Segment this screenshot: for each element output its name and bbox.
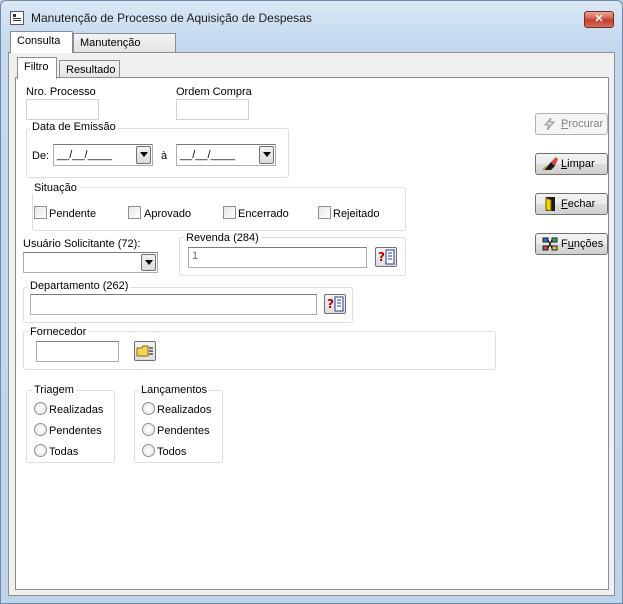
tab-content: Filtro Resultado Nro. Processo Ordem Com… — [8, 52, 615, 596]
nro-processo-label: Nro. Processo — [26, 86, 96, 98]
date-to-combo[interactable]: __/__/____ — [176, 144, 276, 166]
radio-triagem-pendentes[interactable] — [34, 423, 47, 436]
fornecedor-title: Fornecedor — [28, 326, 89, 338]
radio-triagem-realizadas-label: Realizadas — [49, 404, 104, 416]
limpar-label: impar — [567, 158, 595, 170]
revenda-input[interactable]: 1 — [188, 247, 367, 268]
subtab-filtro[interactable]: Filtro — [17, 57, 57, 79]
departamento-title: Departamento (262) — [28, 280, 131, 292]
checkbox-pendente-label: Pendente — [49, 208, 97, 220]
limpar-button[interactable]: Limpar — [535, 153, 608, 175]
checkbox-encerrado[interactable] — [223, 206, 236, 219]
lancamentos-title: Lançamentos — [139, 384, 210, 396]
checkbox-rejeitado[interactable] — [318, 206, 331, 219]
departamento-input[interactable] — [30, 294, 317, 315]
door-exit-icon — [545, 197, 555, 211]
checkbox-rejeitado-label: Rejeitado — [333, 208, 380, 220]
ordem-compra-label: Ordem Compra — [176, 86, 252, 98]
departamento-lookup-button[interactable]: ? — [324, 294, 346, 314]
title-bar: Manutenção de Processo de Aquisição de D… — [1, 1, 622, 31]
a-label: à — [161, 150, 168, 162]
lightning-icon — [543, 117, 556, 131]
fornecedor-lookup-button[interactable] — [134, 341, 156, 361]
functions-icon — [542, 237, 558, 251]
svg-text:?: ? — [378, 250, 385, 264]
date-from-value: __/__/____ — [57, 149, 113, 161]
filter-panel: Nro. Processo Ordem Compra Data de Emiss… — [15, 77, 609, 590]
fornecedor-input[interactable] — [36, 341, 119, 362]
nro-processo-input[interactable] — [26, 99, 99, 120]
radio-triagem-pendentes-label: Pendentes — [49, 425, 102, 437]
svg-text:?: ? — [327, 297, 334, 311]
eraser-icon — [542, 157, 558, 171]
close-button[interactable]: ✕ — [584, 11, 614, 28]
radio-lancamentos-realizados[interactable] — [142, 402, 155, 415]
radio-lancamentos-todos-label: Todos — [157, 446, 187, 458]
tab-consulta[interactable]: Consulta — [10, 31, 73, 53]
radio-triagem-todas-label: Todas — [49, 446, 79, 458]
date-from-combo[interactable]: __/__/____ — [53, 144, 153, 166]
funcoes-button[interactable]: Funções — [535, 233, 608, 255]
situacao-title: Situação — [32, 182, 79, 194]
chevron-down-icon[interactable] — [136, 146, 151, 164]
radio-lancamentos-pendentes[interactable] — [142, 423, 155, 436]
chevron-down-icon[interactable] — [141, 254, 156, 271]
data-emissao-title: Data de Emissão — [30, 121, 118, 133]
fechar-label: echar — [567, 198, 596, 210]
triagem-title: Triagem — [32, 384, 76, 396]
radio-triagem-todas[interactable] — [34, 444, 47, 457]
funcoes-label: nções — [573, 238, 604, 250]
lookup-icon: ? — [378, 249, 395, 265]
funcoes-pre: F — [561, 238, 568, 250]
revenda-title: Revenda (284) — [184, 232, 261, 244]
tab-manutencao[interactable]: Manutenção (186) — [73, 33, 176, 67]
app-icon — [10, 11, 24, 25]
date-to-value: __/__/____ — [180, 149, 236, 161]
radio-triagem-realizadas[interactable] — [34, 402, 47, 415]
de-label: De: — [32, 150, 50, 162]
fechar-button[interactable]: Fechar — [535, 193, 608, 215]
procurar-label: rocurar — [568, 118, 604, 130]
radio-lancamentos-realizados-label: Realizados — [157, 404, 212, 416]
checkbox-aprovado[interactable] — [128, 206, 141, 219]
checkbox-pendente[interactable] — [34, 206, 47, 219]
checkbox-aprovado-label: Aprovado — [144, 208, 192, 220]
lookup-icon: ? — [327, 296, 344, 312]
chevron-down-icon[interactable] — [259, 146, 274, 164]
usuario-combo[interactable] — [23, 252, 158, 273]
folder-search-icon — [136, 345, 153, 357]
fechar-mnemonic: F — [561, 198, 568, 210]
revenda-lookup-button[interactable]: ? — [375, 247, 397, 267]
ordem-compra-input[interactable] — [176, 99, 249, 120]
radio-lancamentos-pendentes-label: Pendentes — [157, 425, 210, 437]
main-window: Manutenção de Processo de Aquisição de D… — [0, 0, 623, 604]
usuario-label: Usuário Solicitante (72): — [23, 238, 141, 250]
window-title: Manutenção de Processo de Aquisição de D… — [31, 11, 312, 25]
procurar-button[interactable]: Procurar — [535, 113, 608, 135]
checkbox-encerrado-label: Encerrado — [238, 208, 289, 220]
radio-lancamentos-todos[interactable] — [142, 444, 155, 457]
